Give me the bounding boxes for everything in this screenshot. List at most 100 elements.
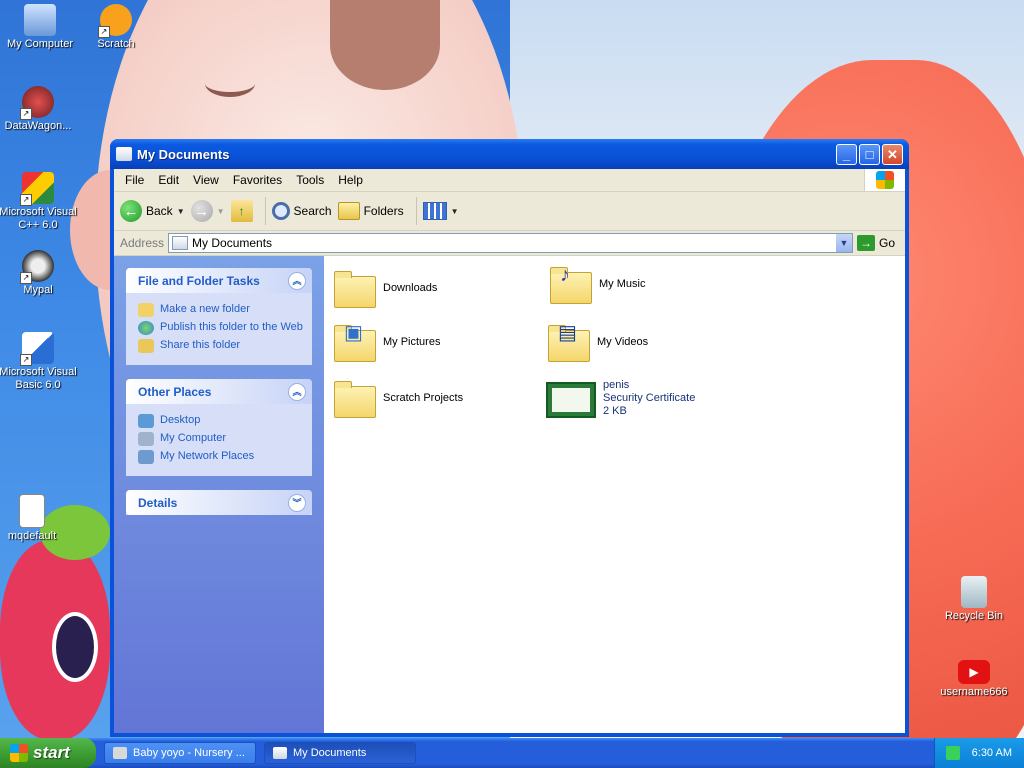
scratch-cat-icon — [98, 4, 132, 38]
address-input[interactable]: My Documents ▼ — [168, 233, 853, 253]
file-list: Downloads ♪ My Music ▣ My Pictures ▤ My … — [324, 256, 905, 733]
file-item-downloads[interactable]: Downloads — [332, 268, 437, 308]
image-file-icon — [19, 494, 45, 528]
menu-help[interactable]: Help — [331, 173, 370, 187]
up-folder-icon: ↑ — [230, 200, 253, 222]
menu-tools[interactable]: Tools — [289, 173, 331, 187]
desktop-icon-my-computer[interactable]: My Computer — [0, 4, 80, 51]
recycle-bin-icon — [961, 576, 987, 608]
certificate-icon — [546, 378, 596, 418]
my-computer-icon — [138, 432, 154, 446]
place-desktop[interactable]: Desktop — [138, 414, 304, 428]
file-item-security-certificate[interactable]: penis Security Certificate 2 KB — [546, 378, 695, 418]
file-item-scratch-projects[interactable]: Scratch Projects — [332, 378, 463, 418]
back-arrow-icon: ← — [120, 200, 142, 222]
task-make-new-folder[interactable]: Make a new folder — [138, 303, 304, 317]
clock[interactable]: 6:30 AM — [972, 747, 1012, 759]
desktop-icon-recycle-bin[interactable]: Recycle Bin — [934, 576, 1014, 623]
menu-view[interactable]: View — [186, 173, 226, 187]
pictures-folder-icon: ▣ — [332, 322, 376, 362]
file-and-folder-tasks-header[interactable]: File and Folder Tasks ︽ — [126, 268, 312, 293]
taskbar: start Baby yoyo - Nursery ... My Documen… — [0, 738, 1024, 768]
task-pane: File and Folder Tasks ︽ Make a new folde… — [114, 256, 324, 733]
windows-logo-icon — [864, 169, 905, 191]
desktop-icon-mypal[interactable]: Mypal — [0, 250, 78, 297]
search-button[interactable]: Search — [271, 202, 332, 220]
details-panel: Details ︾ — [126, 490, 312, 515]
close-button[interactable]: ✕ — [882, 143, 903, 165]
back-button[interactable]: ← Back ▼ — [120, 200, 185, 222]
title-bar[interactable]: My Documents _ □ ✕ — [110, 139, 909, 169]
search-icon — [271, 202, 290, 220]
menu-file[interactable]: File — [118, 173, 151, 187]
address-dropdown-button[interactable]: ▼ — [835, 234, 852, 252]
views-button[interactable]: ▼ — [422, 202, 459, 220]
file-item-my-pictures[interactable]: ▣ My Pictures — [332, 322, 440, 362]
menu-favorites[interactable]: Favorites — [226, 173, 289, 187]
place-my-network-places[interactable]: My Network Places — [138, 450, 304, 464]
views-icon — [422, 202, 447, 220]
file-item-my-music[interactable]: ♪ My Music — [548, 264, 645, 304]
videos-folder-icon: ▤ — [546, 322, 590, 362]
details-header[interactable]: Details ︾ — [126, 490, 312, 515]
folders-button[interactable]: Folders — [337, 202, 404, 220]
forward-arrow-icon: → — [190, 200, 213, 222]
chevron-down-icon: ▼ — [176, 206, 185, 216]
mypal-raccoon-icon — [20, 250, 54, 284]
share-folder-icon — [138, 339, 154, 353]
network-places-icon — [138, 450, 154, 464]
desktop-icon-scratch[interactable]: Scratch — [76, 4, 156, 51]
go-button[interactable]: → Go — [856, 235, 895, 251]
task-publish-folder[interactable]: Publish this folder to the Web — [138, 321, 304, 335]
window-title: My Documents — [137, 146, 230, 162]
windows-flag-icon — [10, 744, 28, 762]
app-icon — [113, 747, 127, 759]
task-share-folder[interactable]: Share this folder — [138, 339, 304, 353]
place-my-computer[interactable]: My Computer — [138, 432, 304, 446]
file-item-my-videos[interactable]: ▤ My Videos — [546, 322, 648, 362]
desktop-icon-username666[interactable]: ▶ username666 — [934, 660, 1014, 699]
music-folder-icon: ♪ — [548, 264, 592, 304]
other-places-header[interactable]: Other Places ︽ — [126, 379, 312, 404]
collapse-chevron-icon[interactable]: ︽ — [288, 382, 306, 401]
datawagon-icon — [20, 86, 54, 120]
my-computer-icon — [24, 4, 56, 36]
my-documents-icon — [172, 236, 189, 250]
address-bar: Address My Documents ▼ → Go — [114, 231, 905, 256]
visual-basic-icon — [20, 332, 54, 366]
desktop-icon-visual-cpp[interactable]: Microsoft Visual C++ 6.0 — [0, 172, 78, 232]
expand-chevron-icon[interactable]: ︾ — [288, 493, 306, 512]
tray-app-icon[interactable] — [945, 746, 960, 760]
taskbar-item-my-documents[interactable]: My Documents — [264, 742, 416, 764]
my-documents-window: My Documents _ □ ✕ File Edit View Favori… — [110, 139, 909, 737]
maximize-button[interactable]: □ — [859, 143, 880, 165]
taskbar-item-baby-yoyo[interactable]: Baby yoyo - Nursery ... — [104, 742, 256, 764]
desktop-icon-datawagon[interactable]: DataWagon... — [0, 86, 78, 133]
folder-icon — [332, 378, 376, 418]
minimize-button[interactable]: _ — [836, 143, 857, 165]
visual-cpp-icon — [20, 172, 54, 206]
folders-icon — [337, 202, 360, 220]
desktop-icon-visual-basic[interactable]: Microsoft Visual Basic 6.0 — [0, 332, 78, 392]
my-documents-icon — [273, 747, 287, 759]
chevron-down-icon: ▼ — [450, 206, 459, 216]
new-folder-icon — [138, 303, 154, 317]
other-places-panel: Other Places ︽ Desktop My Computer My Ne… — [126, 379, 312, 476]
menu-edit[interactable]: Edit — [151, 173, 186, 187]
forward-button[interactable]: → ▼ — [190, 200, 225, 222]
collapse-chevron-icon[interactable]: ︽ — [288, 271, 306, 290]
desktop-icon-mqdefault[interactable]: mqdefault — [0, 494, 72, 543]
menu-bar: File Edit View Favorites Tools Help — [114, 169, 905, 192]
toolbar: ← Back ▼ → ▼ ↑ Search Folders ▼ — [114, 192, 905, 231]
desktop-icon — [138, 414, 154, 428]
system-tray: 6:30 AM — [934, 738, 1024, 768]
go-arrow-icon: → — [856, 235, 875, 251]
publish-web-icon — [138, 321, 154, 335]
youtube-icon: ▶ — [958, 660, 990, 684]
file-and-folder-tasks-panel: File and Folder Tasks ︽ Make a new folde… — [126, 268, 312, 365]
chevron-down-icon: ▼ — [216, 206, 225, 216]
folder-icon — [332, 268, 376, 308]
address-label: Address — [120, 236, 165, 250]
start-button[interactable]: start — [0, 738, 96, 768]
up-folder-button[interactable]: ↑ — [230, 200, 253, 222]
